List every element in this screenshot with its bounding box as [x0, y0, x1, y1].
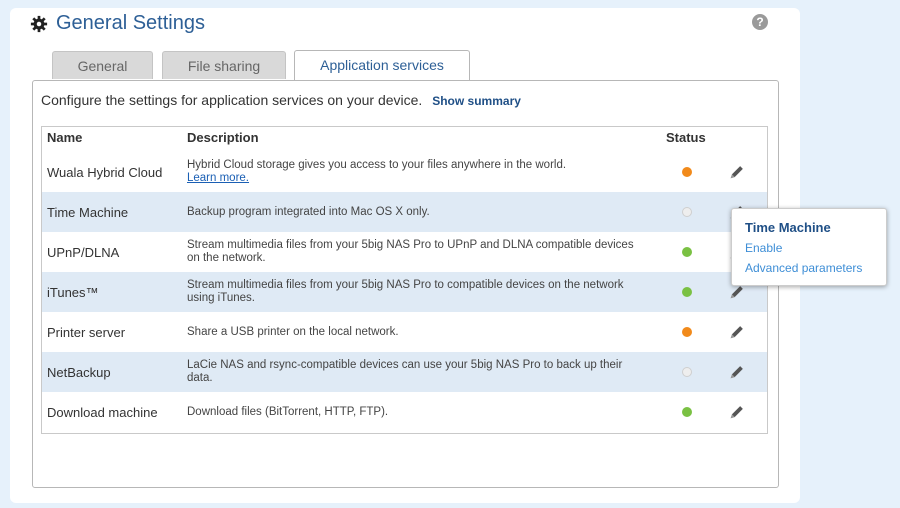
pencil-icon[interactable]	[728, 163, 746, 181]
show-summary-link[interactable]: Show summary	[432, 94, 521, 108]
page-title: General Settings	[56, 12, 205, 34]
pencil-icon[interactable]	[728, 403, 746, 421]
pencil-icon[interactable]	[728, 323, 746, 341]
table-row-printer-server[interactable]: Printer server Share a USB printer on th…	[42, 312, 767, 352]
gear-icon	[30, 15, 48, 32]
status-indicator	[682, 327, 692, 337]
table-row-time-machine[interactable]: Time Machine Backup program integrated i…	[42, 192, 767, 232]
description-text: Backup program integrated into Mac OS X …	[187, 205, 430, 218]
services-table: Name Description Status Wuala Hybrid Clo…	[41, 126, 768, 434]
service-description: Backup program integrated into Mac OS X …	[187, 192, 642, 232]
column-header-status: Status	[666, 130, 706, 145]
tab-general[interactable]: General	[52, 51, 153, 79]
table-header: Name Description Status	[42, 127, 767, 147]
help-icon[interactable]: ?	[752, 14, 768, 30]
tab-application-services[interactable]: Application services	[294, 50, 470, 81]
table-row-netbackup[interactable]: NetBackup LaCie NAS and rsync-compatible…	[42, 352, 767, 392]
service-name: Download machine	[47, 404, 158, 420]
status-indicator	[682, 167, 692, 177]
service-description: Download files (BitTorrent, HTTP, FTP).	[187, 392, 642, 432]
tab-file-sharing[interactable]: File sharing	[162, 51, 286, 79]
description-text: Download files (BitTorrent, HTTP, FTP).	[187, 405, 389, 418]
intro-text: Configure the settings for application s…	[41, 92, 423, 108]
menu-item-advanced-parameters[interactable]: Advanced parameters	[745, 261, 862, 275]
column-header-name: Name	[47, 130, 83, 145]
table-row-itunes[interactable]: iTunes™ Stream multimedia files from you…	[42, 272, 767, 312]
service-description: Stream multimedia files from your 5big N…	[187, 232, 642, 272]
status-indicator	[682, 247, 692, 257]
row-action-menu: Time Machine Enable Advanced parameters	[731, 208, 887, 286]
table-row-download-machine[interactable]: Download machine Download files (BitTorr…	[42, 392, 767, 432]
description-text: Stream multimedia files from your 5big N…	[187, 239, 634, 264]
service-name: UPnP/DLNA	[47, 244, 120, 260]
service-description: LaCie NAS and rsync-compatible devices c…	[187, 352, 642, 392]
column-header-description: Description	[187, 130, 259, 145]
service-name: Time Machine	[47, 204, 129, 220]
service-name: NetBackup	[47, 364, 111, 380]
status-indicator	[682, 367, 692, 377]
page-header: General Settings	[30, 12, 205, 35]
description-text: LaCie NAS and rsync-compatible devices c…	[187, 359, 623, 384]
table-row-upnp-dlna[interactable]: UPnP/DLNA Stream multimedia files from y…	[42, 232, 767, 272]
status-indicator	[682, 287, 692, 297]
service-description: Hybrid Cloud storage gives you access to…	[187, 152, 642, 192]
service-name: iTunes™	[47, 284, 99, 300]
menu-title: Time Machine	[745, 220, 831, 235]
service-name: Wuala Hybrid Cloud	[47, 164, 163, 180]
service-description: Stream multimedia files from your 5big N…	[187, 272, 642, 312]
learn-more-link[interactable]: Learn more.	[187, 172, 642, 185]
description-text: Share a USB printer on the local network…	[187, 325, 399, 338]
application-services-panel: Configure the settings for application s…	[32, 80, 779, 488]
pencil-icon[interactable]	[728, 363, 746, 381]
status-indicator	[682, 407, 692, 417]
menu-item-enable[interactable]: Enable	[745, 241, 782, 255]
description-text: Stream multimedia files from your 5big N…	[187, 279, 624, 304]
service-name: Printer server	[47, 324, 126, 340]
status-indicator	[682, 207, 692, 217]
intro-line: Configure the settings for application s…	[41, 92, 521, 108]
service-description: Share a USB printer on the local network…	[187, 312, 642, 352]
description-text: Hybrid Cloud storage gives you access to…	[187, 159, 567, 171]
table-row-wuala[interactable]: Wuala Hybrid Cloud Hybrid Cloud storage …	[42, 152, 767, 192]
